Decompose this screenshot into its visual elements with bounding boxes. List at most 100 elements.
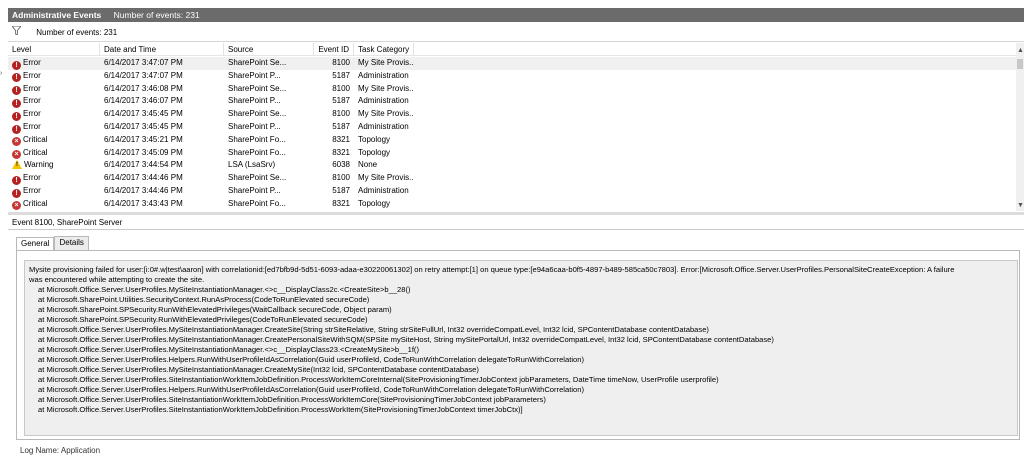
level-text: Error: [23, 96, 41, 106]
table-row[interactable]: ! Error 6/14/2017 3:45:45 PM SharePoint Se.…: [8, 108, 1016, 121]
cell-date: 6/14/2017 3:44:46 PM: [104, 173, 183, 183]
cell-task-category: Administration: [358, 70, 409, 80]
scroll-thumb[interactable]: [1017, 59, 1023, 69]
table-row[interactable]: × Critical 6/14/2017 3:45:09 PM SharePoint …: [8, 147, 1016, 160]
table-row[interactable]: ! Error 6/14/2017 3:44:46 PM SharePoint P..…: [8, 185, 1016, 198]
column-header-level[interactable]: Level: [8, 43, 100, 56]
message-line: at Microsoft.Office.Server.UserProfiles.…: [38, 375, 719, 384]
cell-date: 6/14/2017 3:44:54 PM: [104, 160, 183, 170]
cell-event-id: 8100: [332, 83, 350, 93]
table-row[interactable]: ! Error 6/14/2017 3:44:46 PM SharePoint Se.…: [8, 172, 1016, 185]
tab-details[interactable]: Details: [54, 236, 89, 250]
cell-task-category: My Site Provis...: [358, 109, 414, 119]
grid-scrollbar[interactable]: ▲ ▼: [1016, 43, 1024, 211]
message-line: at Microsoft.SharePoint.SPSecurity.RunWi…: [38, 315, 368, 324]
level-text: Error: [23, 109, 41, 119]
pane-splitter[interactable]: [8, 212, 1024, 215]
cell-source: SharePoint Se...: [228, 83, 287, 93]
cell-source: SharePoint Se...: [228, 109, 287, 119]
cell-source: SharePoint Se...: [228, 173, 287, 183]
cell-task-category: My Site Provis...: [358, 173, 414, 183]
cell-event-id: 8100: [332, 109, 350, 119]
table-row[interactable]: Warning 6/14/2017 3:44:54 PM LSA (LsaSrv) 6…: [8, 159, 1016, 172]
level-text: Error: [23, 58, 41, 67]
left-pane-edge: ›: [0, 70, 3, 77]
cell-task-category: Administration: [358, 122, 409, 131]
warning-icon: [12, 159, 22, 169]
filter-count-text: Number of events: 231: [36, 28, 118, 38]
cell-event-id: 8321: [332, 198, 350, 208]
message-line: at Microsoft.Office.Server.UserProfiles.…: [38, 385, 584, 394]
cell-level: × Critical: [8, 147, 100, 160]
cell-date: 6/14/2017 3:45:45 PM: [104, 122, 183, 131]
level-text: Critical: [23, 134, 48, 144]
level-text: Critical: [23, 147, 48, 157]
view-title: Administrative Events: [12, 10, 102, 20]
column-header-event-id[interactable]: Event ID: [314, 43, 354, 56]
table-row[interactable]: × Critical 6/14/2017 3:43:43 PM SharePoint …: [8, 198, 1016, 211]
scroll-down-icon[interactable]: ▼: [1017, 202, 1024, 209]
detail-tabs: General Details: [16, 236, 89, 251]
table-row[interactable]: ! Error 6/14/2017 3:45:45 PM SharePoint P..…: [8, 121, 1016, 134]
table-row[interactable]: × Critical 6/14/2017 3:45:21 PM SharePoint …: [8, 134, 1016, 147]
message-line: at Microsoft.Office.Server.UserProfiles.…: [38, 325, 709, 334]
column-header-date[interactable]: Date and Time: [100, 43, 224, 56]
events-grid[interactable]: Level Date and Time Source Event ID Task…: [8, 43, 1016, 211]
message-line: at Microsoft.Office.Server.UserProfiles.…: [38, 395, 546, 404]
message-line: at Microsoft.Office.Server.UserProfiles.…: [38, 365, 479, 374]
cell-task-category: My Site Provis...: [358, 58, 414, 67]
event-count-label: Number of events: 231: [113, 10, 200, 20]
level-text: Error: [23, 186, 41, 195]
cell-level: × Critical: [8, 198, 100, 211]
cell-event-id: 5187: [332, 70, 350, 80]
cell-source: SharePoint Fo...: [228, 147, 286, 157]
cell-date: 6/14/2017 3:45:09 PM: [104, 147, 183, 157]
cell-date: 6/14/2017 3:45:21 PM: [104, 134, 183, 144]
cell-task-category: Topology: [358, 134, 391, 144]
table-row[interactable]: ! Error 6/14/2017 3:47:07 PM SharePoint P..…: [8, 70, 1016, 83]
column-header-task-category[interactable]: Task Category: [354, 43, 414, 56]
filter-icon[interactable]: [11, 24, 24, 42]
cell-source: SharePoint Fo...: [228, 134, 286, 144]
message-line: at Microsoft.Office.Server.UserProfiles.…: [38, 405, 523, 414]
column-header-source[interactable]: Source: [224, 43, 314, 56]
error-icon: !: [12, 124, 21, 134]
cell-task-category: Topology: [358, 198, 391, 208]
scroll-up-icon[interactable]: ▲: [1017, 47, 1024, 54]
cell-task-category: None: [358, 160, 378, 170]
cell-source: SharePoint P...: [228, 122, 281, 131]
cell-level: ! Error: [8, 121, 100, 134]
message-line: at Microsoft.Office.Server.UserProfiles.…: [38, 355, 584, 364]
cell-event-id: 8100: [332, 173, 350, 183]
table-row[interactable]: ! Error 6/14/2017 3:46:07 PM SharePoint P..…: [8, 95, 1016, 108]
cell-source: SharePoint P...: [228, 186, 281, 195]
cell-level: ! Error: [8, 70, 100, 83]
view-title-bar: Administrative Events Number of events: …: [8, 8, 1024, 22]
cell-date: 6/14/2017 3:47:07 PM: [104, 58, 183, 67]
error-icon: !: [12, 188, 21, 198]
cell-date: 6/14/2017 3:43:43 PM: [104, 198, 183, 208]
grid-header: Level Date and Time Source Event ID Task…: [8, 43, 1016, 56]
tab-general[interactable]: General: [16, 237, 55, 251]
event-detail-heading: Event 8100, SharePoint Server: [8, 216, 1024, 230]
message-line: at Microsoft.Office.Server.UserProfiles.…: [38, 345, 419, 354]
message-line: at Microsoft.Office.Server.UserProfiles.…: [38, 285, 411, 294]
cell-event-id: 5187: [332, 122, 350, 131]
critical-icon: ×: [12, 137, 21, 147]
message-line: at Microsoft.SharePoint.SPSecurity.RunWi…: [38, 305, 392, 314]
table-row[interactable]: ! Error 6/14/2017 3:46:08 PM SharePoint Se.…: [8, 83, 1016, 96]
table-row[interactable]: ! Error 6/14/2017 3:47:07 PM SharePoint Se.…: [8, 57, 1016, 70]
error-icon: !: [12, 60, 21, 70]
cell-level: ! Error: [8, 108, 100, 121]
cell-date: 6/14/2017 3:46:08 PM: [104, 83, 183, 93]
level-text: Critical: [23, 198, 48, 208]
event-message-text[interactable]: Mysite provisioning failed for user:[i:0…: [24, 260, 1018, 436]
error-icon: !: [12, 86, 21, 96]
cell-event-id: 8321: [332, 147, 350, 157]
cell-event-id: 5187: [332, 186, 350, 195]
cell-event-id: 5187: [332, 96, 350, 106]
level-text: Error: [23, 70, 41, 80]
critical-icon: ×: [12, 201, 21, 211]
error-icon: !: [12, 175, 21, 185]
error-icon: !: [12, 73, 21, 83]
